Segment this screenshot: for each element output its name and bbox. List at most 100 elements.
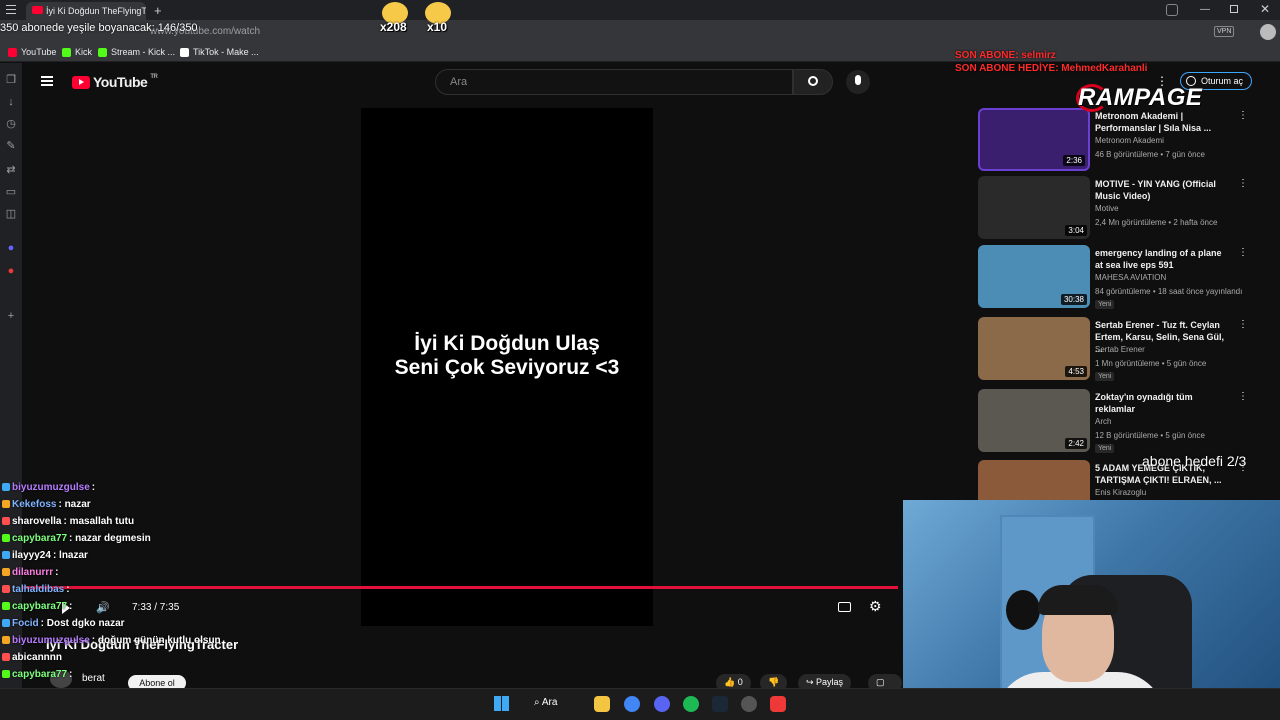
recommendation-channel[interactable]: Enis Kirazoglu bbox=[1095, 488, 1146, 497]
add-panel-icon[interactable]: + bbox=[5, 310, 17, 322]
file-explorer-icon[interactable] bbox=[594, 696, 610, 712]
last-sub-overlay: SON ABONE: selmirz SON ABONE HEDİYE: Mehm… bbox=[955, 50, 1148, 74]
recommendation-channel[interactable]: Metronom Akademi bbox=[1095, 136, 1164, 145]
chrome-icon[interactable] bbox=[624, 696, 640, 712]
notes-icon[interactable]: ✎ bbox=[5, 140, 17, 152]
chat-badge-icon bbox=[2, 551, 10, 560]
bookmark-stream-kick[interactable]: Stream - Kick ... bbox=[98, 47, 175, 57]
voice-search-button[interactable] bbox=[846, 70, 870, 94]
download-icon[interactable]: ↓ bbox=[5, 96, 17, 108]
recommendation-thumbnail[interactable]: 4:53 bbox=[978, 317, 1090, 380]
chat-username[interactable]: abicannnn bbox=[12, 652, 62, 663]
recommendation-title[interactable]: Zoktay'ın oynadığı tüm reklamlar bbox=[1095, 391, 1230, 415]
new-badge: Yeni bbox=[1095, 372, 1115, 381]
duration-badge: 4:53 bbox=[1065, 366, 1087, 377]
spotify-icon[interactable] bbox=[683, 696, 699, 712]
discord-icon[interactable] bbox=[654, 696, 670, 712]
time-display: 7:33 / 7:35 bbox=[132, 602, 180, 613]
chat-username[interactable]: dilanurrr bbox=[12, 567, 53, 578]
recommendation-thumbnail[interactable]: 30:38 bbox=[978, 245, 1090, 308]
recommendation-thumbnail[interactable]: 2:42 bbox=[978, 389, 1090, 452]
recommendation-title[interactable]: emergency landing of a plane at sea live… bbox=[1095, 247, 1230, 271]
recommendation-title[interactable]: MOTIVE - YIN YANG (Official Music Video) bbox=[1095, 178, 1230, 202]
panel-icon[interactable]: ◫ bbox=[5, 208, 17, 220]
chat-message: ilayyy24: lnazar bbox=[2, 550, 88, 561]
chat-text: : lnazar bbox=[52, 550, 88, 561]
recommendation-meta: 46 B görüntüleme • 7 gün önce bbox=[1095, 150, 1205, 159]
windows-start-icon[interactable] bbox=[494, 696, 509, 711]
obs-icon[interactable] bbox=[741, 696, 757, 712]
chat-username[interactable]: Focid bbox=[12, 618, 39, 629]
tab-title: İyi Ki Doğdun TheFlyingTrac bbox=[46, 6, 146, 16]
tab-search-icon[interactable] bbox=[1166, 4, 1178, 16]
recommendation-channel[interactable]: Motive bbox=[1095, 204, 1119, 213]
channel-name[interactable]: berat bbox=[82, 673, 105, 684]
search-input[interactable]: Ara bbox=[435, 69, 793, 95]
volume-icon[interactable]: 🔊 bbox=[96, 601, 110, 614]
recommendation-more-icon[interactable]: ⋮ bbox=[1238, 391, 1248, 402]
chat-text: : doğum günün kutlu olsun bbox=[91, 635, 221, 646]
recommendation-channel[interactable]: Sertab Erener bbox=[1095, 345, 1145, 354]
recommendation-more-icon[interactable]: ⋮ bbox=[1238, 110, 1248, 121]
close-window-button[interactable]: ✕ bbox=[1260, 2, 1270, 16]
recommendation-item[interactable]: 2:42 Zoktay'ın oynadığı tüm reklamlar Arch… bbox=[978, 389, 1248, 453]
recommendation-more-icon[interactable]: ⋮ bbox=[1238, 247, 1248, 258]
emoji-count: x10 bbox=[427, 20, 448, 34]
recommendation-more-icon[interactable]: ⋮ bbox=[1238, 319, 1248, 330]
browser-tab[interactable]: İyi Ki Doğdun TheFlyingTrac bbox=[26, 2, 146, 20]
history-icon[interactable]: ◷ bbox=[5, 118, 17, 130]
recommendation-thumbnail[interactable] bbox=[978, 460, 1090, 500]
chat-username[interactable]: Kekefoss bbox=[12, 499, 56, 510]
chat-username[interactable]: biyuzumuzgulse bbox=[12, 635, 90, 646]
taskbar-search[interactable]: ⌕ Ara bbox=[534, 697, 557, 708]
yt-menu-icon[interactable] bbox=[41, 76, 53, 86]
recommendation-item[interactable]: 3:04 MOTIVE - YIN YANG (Official Music Vi… bbox=[978, 176, 1248, 240]
chat-username[interactable]: capybara77 bbox=[12, 533, 67, 544]
window-icon[interactable]: ▭ bbox=[5, 186, 17, 198]
chat-username[interactable]: talhaldibas bbox=[12, 584, 64, 595]
recommendation-item[interactable]: 30:38 emergency landing of a plane at sea… bbox=[978, 245, 1248, 309]
recommendation-thumbnail[interactable]: 2:36 bbox=[978, 108, 1090, 171]
bookmark-youtube[interactable]: YouTube bbox=[8, 47, 56, 57]
settings-gear-icon[interactable]: ⚙ bbox=[869, 598, 882, 615]
profile-icon[interactable] bbox=[1260, 24, 1276, 40]
chat-badge-icon bbox=[2, 670, 10, 679]
recommendation-channel[interactable]: MAHESA AVIATION bbox=[1095, 273, 1166, 282]
video-progress-bar[interactable] bbox=[22, 586, 899, 589]
bookmark-kick[interactable]: Kick bbox=[62, 47, 92, 57]
chat-username[interactable]: capybara77 bbox=[12, 601, 67, 612]
new-tab-button[interactable]: + bbox=[154, 3, 162, 18]
steam-icon[interactable] bbox=[712, 696, 728, 712]
mastodon-icon[interactable]: ● bbox=[5, 242, 17, 254]
chat-badge-icon bbox=[2, 517, 10, 526]
chat-username[interactable]: sharovella bbox=[12, 516, 61, 527]
maximize-button[interactable] bbox=[1230, 5, 1238, 13]
youtube-logo[interactable]: YouTube TR bbox=[72, 74, 158, 90]
recommendation-thumbnail[interactable]: 3:04 bbox=[978, 176, 1090, 239]
translate-icon[interactable]: ⇄ bbox=[5, 164, 17, 176]
chat-badge-icon bbox=[2, 602, 10, 611]
chat-text: : Dost dgko nazar bbox=[40, 618, 125, 629]
minimize-button[interactable]: — bbox=[1200, 4, 1210, 15]
recommendation-item[interactable]: 4:53 Sertab Erener - Tuz ft. Ceylan Ertem… bbox=[978, 317, 1248, 381]
chat-username[interactable]: ilayyy24 bbox=[12, 550, 51, 561]
search-button[interactable] bbox=[793, 69, 833, 95]
subtitles-icon[interactable] bbox=[838, 602, 851, 612]
vpn-badge[interactable]: VPN bbox=[1214, 26, 1235, 37]
chat-username[interactable]: biyuzumuzgulse bbox=[12, 482, 90, 493]
menu-icon[interactable] bbox=[6, 5, 16, 14]
bookmark-tiktok[interactable]: TikTok - Make ... bbox=[180, 47, 259, 57]
recommendation-more-icon[interactable]: ⋮ bbox=[1238, 178, 1248, 189]
chat-username[interactable]: capybara77 bbox=[12, 669, 67, 680]
browser-tab-bar bbox=[0, 0, 1280, 20]
share-icon: ↪ bbox=[806, 677, 817, 687]
vivaldi-icon[interactable] bbox=[770, 696, 786, 712]
recommendation-item[interactable]: 2:36 Metronom Akademi | Performanslar | S… bbox=[978, 108, 1248, 172]
chat-badge-icon bbox=[2, 500, 10, 509]
recommendation-title[interactable]: Metronom Akademi | Performanslar | Sıla … bbox=[1095, 110, 1230, 134]
youtube-play-icon bbox=[72, 75, 90, 89]
recommendation-channel[interactable]: Arch bbox=[1095, 417, 1111, 426]
vivaldi-icon[interactable]: ● bbox=[5, 265, 17, 277]
chat-text: : bbox=[91, 482, 96, 493]
bookmark-icon[interactable]: ❐ bbox=[5, 74, 17, 86]
